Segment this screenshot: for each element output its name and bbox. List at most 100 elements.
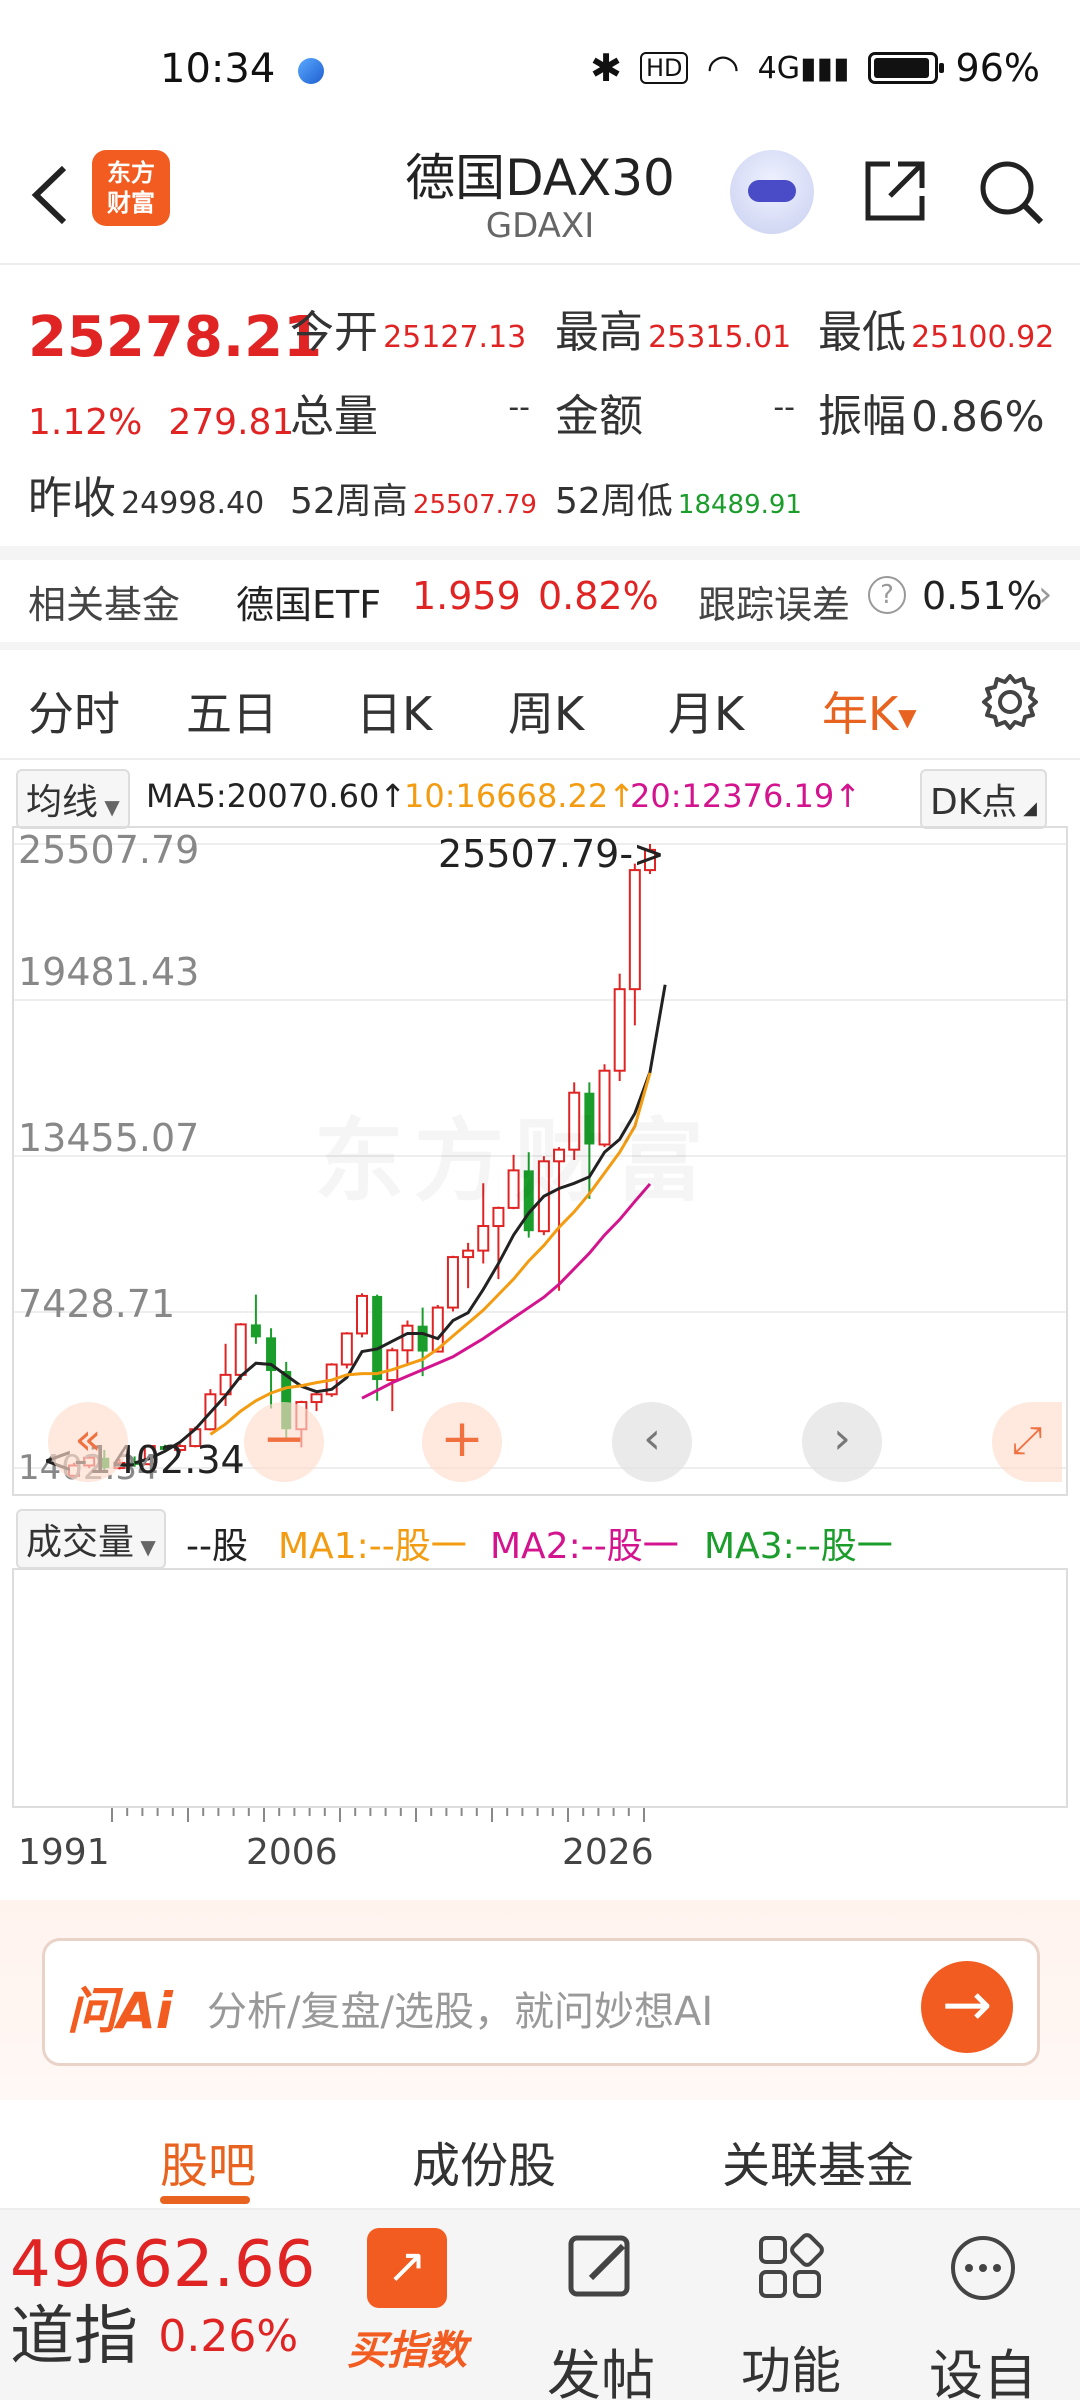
ai-placeholder[interactable]: 分析/复盘/选股，就问妙想AI bbox=[207, 1979, 713, 2037]
candle bbox=[250, 1294, 261, 1344]
trend-chart-icon: ↗ bbox=[367, 2228, 447, 2308]
x-label-2006: 2006 bbox=[246, 1832, 338, 1873]
ma-selector[interactable]: 均线 ▼ bbox=[16, 769, 130, 829]
tab-minute[interactable]: 分时 bbox=[28, 678, 120, 744]
candle bbox=[340, 1332, 353, 1369]
tab-related-funds[interactable]: 关联基金 bbox=[722, 2126, 914, 2196]
price-change: 1.12% 279.81 bbox=[28, 402, 320, 443]
ai-robot-icon[interactable] bbox=[730, 150, 814, 234]
ai-ask-area: 问Ai 分析/复盘/选股，就问妙想AI → bbox=[0, 1900, 1080, 2100]
candle-body bbox=[462, 1249, 475, 1259]
stock-header: 德国DAX30 GDAXI 东方 财富 bbox=[0, 130, 1080, 265]
candle bbox=[417, 1307, 428, 1377]
candle-body bbox=[401, 1324, 414, 1352]
functions-label: 功能 bbox=[741, 2342, 841, 2400]
status-time: 10:34 bbox=[160, 46, 276, 92]
candle-body bbox=[234, 1323, 247, 1376]
volume-indicator-row: 成交量 ▼ --股 MA1:--股一 MA2:--股一 MA3:--股一 bbox=[0, 1505, 1080, 1569]
post-button[interactable]: 发帖 bbox=[516, 2228, 686, 2400]
battery-percent: 96% bbox=[955, 46, 1040, 90]
fund-price: 1.959 bbox=[412, 574, 521, 618]
y-label-2: 19481.43 bbox=[18, 950, 200, 994]
volume-selector[interactable]: 成交量 ▼ bbox=[16, 1509, 166, 1569]
candle-body bbox=[372, 1295, 383, 1381]
caret-down-icon: ▼ bbox=[98, 795, 120, 819]
volume-chart[interactable] bbox=[12, 1568, 1068, 1808]
add-watchlist-button[interactable]: 设自 bbox=[898, 2228, 1068, 2400]
settings-gear-icon[interactable] bbox=[978, 670, 1042, 734]
buy-index-label: 买指数 bbox=[347, 2328, 467, 2374]
fullscreen-icon[interactable]: ⤢ bbox=[992, 1402, 1062, 1482]
index-ticker[interactable]: 49662.66 道指 0.26% bbox=[10, 2230, 315, 2374]
ticker-percent: 0.26% bbox=[158, 2311, 299, 2362]
scroll-right-icon[interactable]: › bbox=[802, 1402, 882, 1482]
tab-week-k[interactable]: 周K bbox=[508, 678, 584, 744]
scroll-left-fast-icon[interactable]: « bbox=[48, 1402, 128, 1482]
candle bbox=[356, 1293, 368, 1338]
tab-day-k[interactable]: 日K bbox=[356, 678, 432, 744]
high-label: 最高 bbox=[555, 307, 643, 358]
functions-button[interactable]: 功能 bbox=[706, 2228, 876, 2400]
fund-name[interactable]: 德国ETF bbox=[236, 574, 381, 629]
amplitude-stat: 振幅 0.86% bbox=[818, 380, 1045, 444]
ma10-text: 10:16668.22 bbox=[404, 777, 609, 815]
caret-down-icon: ▼ bbox=[898, 703, 917, 732]
candle-body bbox=[250, 1324, 261, 1338]
tab-five-day[interactable]: 五日 bbox=[186, 678, 278, 744]
candle bbox=[401, 1320, 414, 1365]
buy-index-button[interactable]: ↗ 买指数 bbox=[322, 2228, 492, 2376]
candle-body bbox=[446, 1256, 459, 1309]
post-label: 发帖 bbox=[547, 2344, 655, 2400]
candle-body bbox=[340, 1332, 353, 1366]
dk-point-button[interactable]: DK点 ◢ bbox=[920, 769, 1047, 829]
share-icon[interactable] bbox=[860, 156, 930, 226]
volume-ma3: MA3:--股一 bbox=[704, 1526, 893, 1567]
candle bbox=[446, 1255, 459, 1312]
logo-text-2: 财富 bbox=[107, 189, 155, 217]
ma20-text: 20:12376.19 bbox=[630, 777, 835, 815]
grid-apps-icon bbox=[759, 2233, 824, 2298]
arrow-right-icon[interactable]: → bbox=[921, 1961, 1013, 2053]
volume-ma1: MA1:--股一 bbox=[278, 1526, 467, 1567]
divider bbox=[0, 546, 1080, 560]
week52-low-stat: 52周低 18489.91 bbox=[555, 472, 802, 524]
candle-body bbox=[417, 1325, 428, 1352]
help-icon[interactable]: ? bbox=[868, 576, 906, 614]
candle bbox=[628, 863, 641, 1026]
dk-point-label: DK点 bbox=[930, 782, 1018, 823]
prev-close-label: 昨收 bbox=[28, 473, 116, 524]
volume-value: -- bbox=[508, 390, 530, 425]
candle bbox=[613, 973, 626, 1082]
candle-body bbox=[386, 1349, 399, 1382]
tab-year-k[interactable]: 年K▼ bbox=[822, 678, 917, 744]
zoom-in-icon[interactable]: + bbox=[422, 1402, 502, 1482]
ai-ask-box[interactable]: 问Ai 分析/复盘/选股，就问妙想AI → bbox=[42, 1938, 1040, 2066]
prev-close-value: 24998.40 bbox=[121, 486, 265, 521]
amount-value: -- bbox=[773, 390, 795, 425]
candle-body bbox=[613, 988, 626, 1072]
caret-down-icon: ▼ bbox=[134, 1535, 156, 1559]
tab-constituents[interactable]: 成份股 bbox=[412, 2126, 556, 2196]
related-fund-row[interactable]: 相关基金 德国ETF 1.959 0.82% 跟踪误差 ? 0.51% › bbox=[0, 560, 1080, 642]
ma20-value: 20:12376.19↑ bbox=[630, 777, 861, 815]
scroll-left-icon[interactable]: ‹ bbox=[612, 1402, 692, 1482]
open-label: 今开 bbox=[290, 307, 378, 358]
tab-guba[interactable]: 股吧 bbox=[160, 2126, 256, 2196]
y-label-4: 7428.71 bbox=[18, 1282, 176, 1326]
eastmoney-logo[interactable]: 东方 财富 bbox=[92, 150, 170, 226]
ma-selector-label: 均线 bbox=[26, 782, 99, 823]
search-icon[interactable] bbox=[975, 156, 1047, 228]
low-stat: 最低 25100.92 bbox=[818, 296, 1054, 360]
volume-unit: --股 bbox=[186, 1526, 248, 1567]
chevron-right-icon: › bbox=[1038, 574, 1053, 615]
candle-body bbox=[628, 869, 641, 991]
week52-high-label: 52周高 bbox=[290, 481, 408, 522]
tab-month-k[interactable]: 月K bbox=[668, 678, 744, 744]
candle-body bbox=[477, 1225, 490, 1252]
hd-icon: HD bbox=[639, 52, 689, 84]
high-stat: 最高 25315.01 bbox=[555, 296, 791, 360]
kline-chart[interactable]: 25507.79 19481.43 13455.07 7428.71 1402.… bbox=[12, 826, 1068, 1496]
zoom-out-icon[interactable]: − bbox=[244, 1402, 324, 1482]
volume-ma2: MA2:--股一 bbox=[490, 1526, 679, 1567]
back-arrow-icon[interactable] bbox=[22, 160, 82, 230]
